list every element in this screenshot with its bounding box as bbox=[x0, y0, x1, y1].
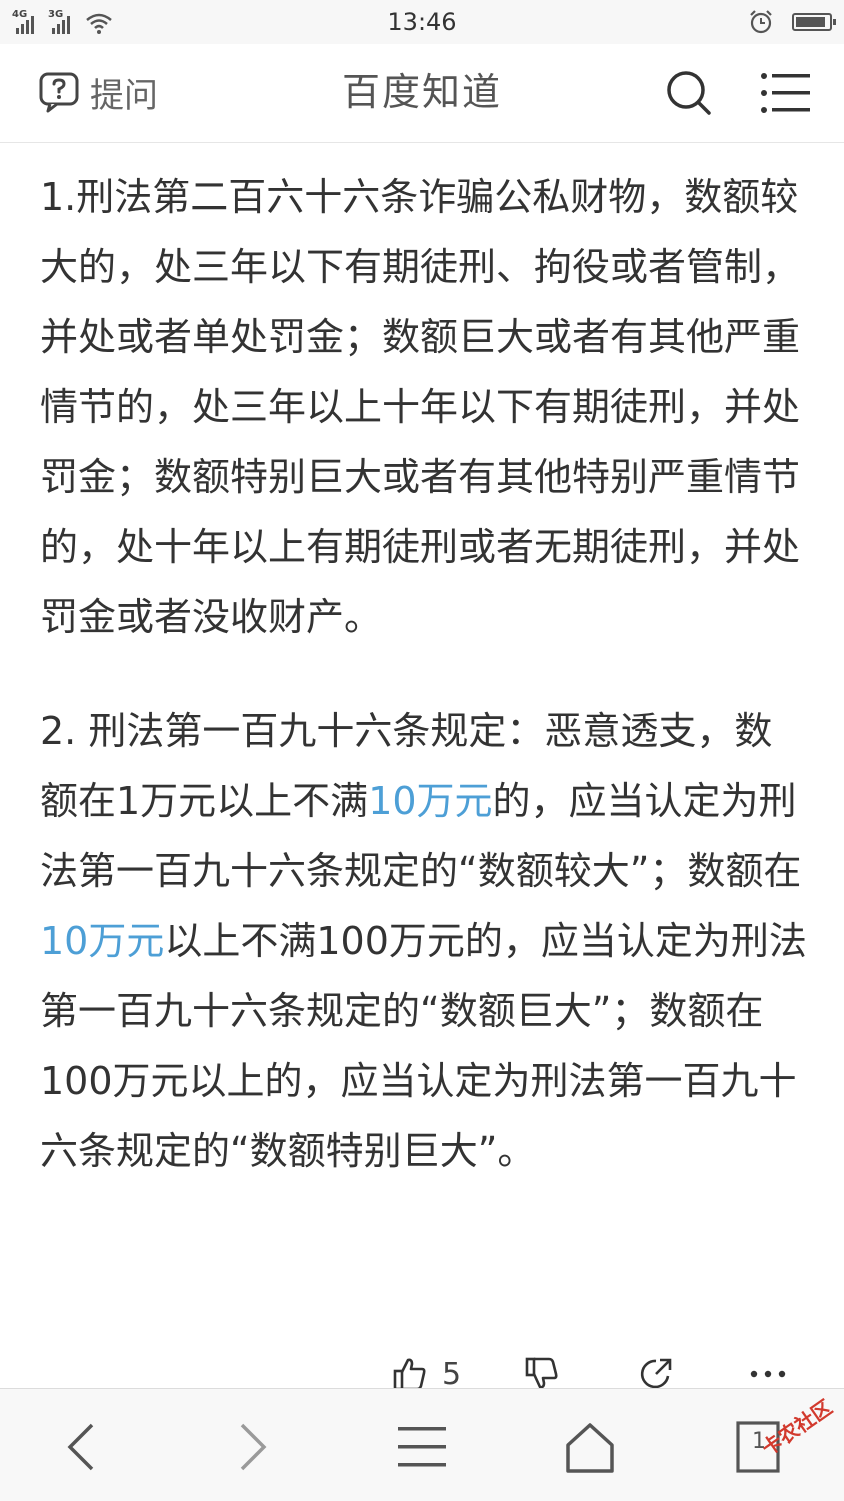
top-nav-bar: 提问 百度知道 bbox=[0, 44, 844, 143]
answer-paragraph-1: 1.刑法第二百六十六条诈骗公私财物，数额较大的，处三年以下有期徒刑、拘役或者管制… bbox=[40, 175, 801, 639]
share-icon bbox=[640, 1358, 672, 1389]
page-title: 百度知道 bbox=[341, 70, 502, 114]
menu-icon[interactable] bbox=[392, 1417, 452, 1477]
battery-icon bbox=[792, 13, 836, 31]
status-bar: 4G 3G 13:46 bbox=[0, 0, 844, 44]
back-icon[interactable] bbox=[52, 1417, 112, 1477]
answer-content: 1.刑法第二百六十六条诈骗公私财物，数额较大的，处三年以下有期徒刑、拘役或者管制… bbox=[40, 162, 810, 1186]
status-right-group bbox=[748, 8, 836, 36]
forward-icon[interactable] bbox=[222, 1417, 282, 1477]
amount-link[interactable]: 10万元 bbox=[368, 779, 492, 823]
more-icon bbox=[750, 1370, 786, 1378]
amount-link[interactable]: 10万元 bbox=[40, 919, 164, 963]
thumbs-down-icon bbox=[525, 1357, 558, 1389]
battery-level bbox=[796, 17, 825, 27]
menu-icon[interactable] bbox=[760, 70, 812, 116]
search-icon[interactable] bbox=[664, 68, 714, 118]
home-icon[interactable] bbox=[560, 1417, 620, 1477]
like-count: 5 bbox=[442, 1356, 462, 1392]
browser-bottom-bar: 1 bbox=[0, 1388, 844, 1501]
thumbs-up-icon bbox=[393, 1358, 426, 1391]
alarm-clock-icon bbox=[750, 10, 772, 34]
answer-paragraph-2: 2. 刑法第一百九十六条规定：恶意透支，数额在1万元以上不满10万元的，应当认定… bbox=[40, 696, 810, 1186]
status-time: 13:46 bbox=[387, 8, 457, 36]
